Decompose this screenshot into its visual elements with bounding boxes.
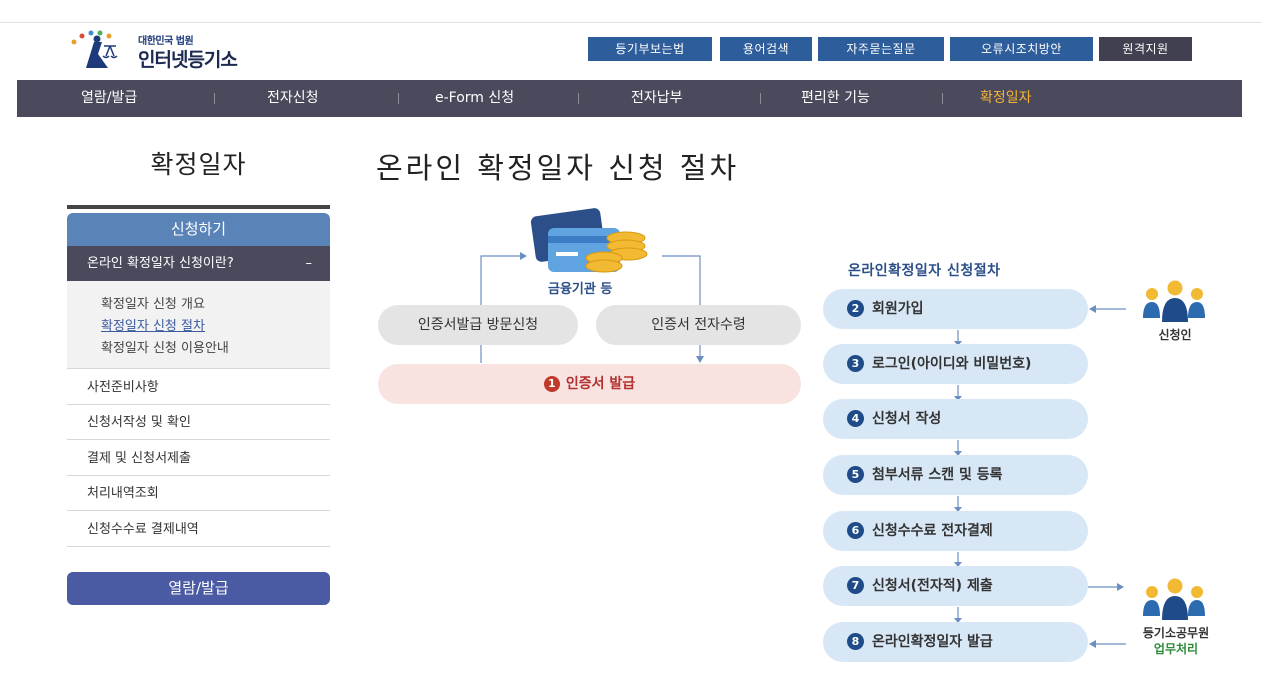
flow-step-issue: 8 온라인확정일자 발급	[823, 622, 1088, 662]
flow-step-label: 첨부서류 스캔 및 등록	[872, 467, 1003, 483]
step-number-badge: 6	[847, 522, 864, 539]
officer-person-icon	[1143, 578, 1205, 620]
flow-step-label: 신청수수료 전자결제	[872, 523, 993, 539]
pill-electronic-receipt: 인증서 전자수령	[596, 305, 801, 345]
certificate-issue-step: 1 인증서 발급	[378, 364, 801, 404]
step-number-badge: 8	[847, 633, 864, 650]
flow-step-write-application: 4 신청서 작성	[823, 399, 1088, 439]
flow-step-scan-documents: 5 첨부서류 스캔 및 등록	[823, 455, 1088, 495]
applicant-label: 신청인	[1158, 328, 1192, 342]
finance-institution-label: 금융기관 등	[548, 282, 613, 297]
officer-label: 등기소공무원	[1142, 626, 1210, 640]
step-number-badge: 4	[847, 410, 864, 427]
step-number-badge: 7	[847, 577, 864, 594]
step-number-badge: 3	[847, 355, 864, 372]
officer-task-label: 업무처리	[1153, 642, 1199, 656]
applicant-person-icon	[1143, 280, 1205, 322]
step-number-badge: 2	[847, 300, 864, 317]
flow-step-label: 회원가입	[872, 301, 924, 317]
flow-step-login: 3 로그인(아이디와 비밀번호)	[823, 344, 1088, 384]
flow-step-label: 온라인확정일자 발급	[872, 634, 993, 650]
flow-step-signup: 2 회원가입	[823, 289, 1088, 329]
flow-step-submit: 7 신청서(전자적) 제출	[823, 566, 1088, 606]
flow-title: 온라인확정일자 신청절차	[848, 263, 1001, 279]
flow-step-label: 신청서 작성	[872, 411, 942, 427]
card-coins-icon	[530, 208, 648, 273]
pill-visit-application: 인증서발급 방문신청	[378, 305, 578, 345]
step-number-badge: 5	[847, 466, 864, 483]
certificate-issue-label: 인증서 발급	[565, 376, 636, 392]
flow-step-label: 신청서(전자적) 제출	[872, 578, 993, 594]
flow-step-fee-payment: 6 신청수수료 전자결제	[823, 511, 1088, 551]
step-number-badge: 1	[543, 376, 560, 392]
flow-step-label: 로그인(아이디와 비밀번호)	[872, 356, 1032, 372]
